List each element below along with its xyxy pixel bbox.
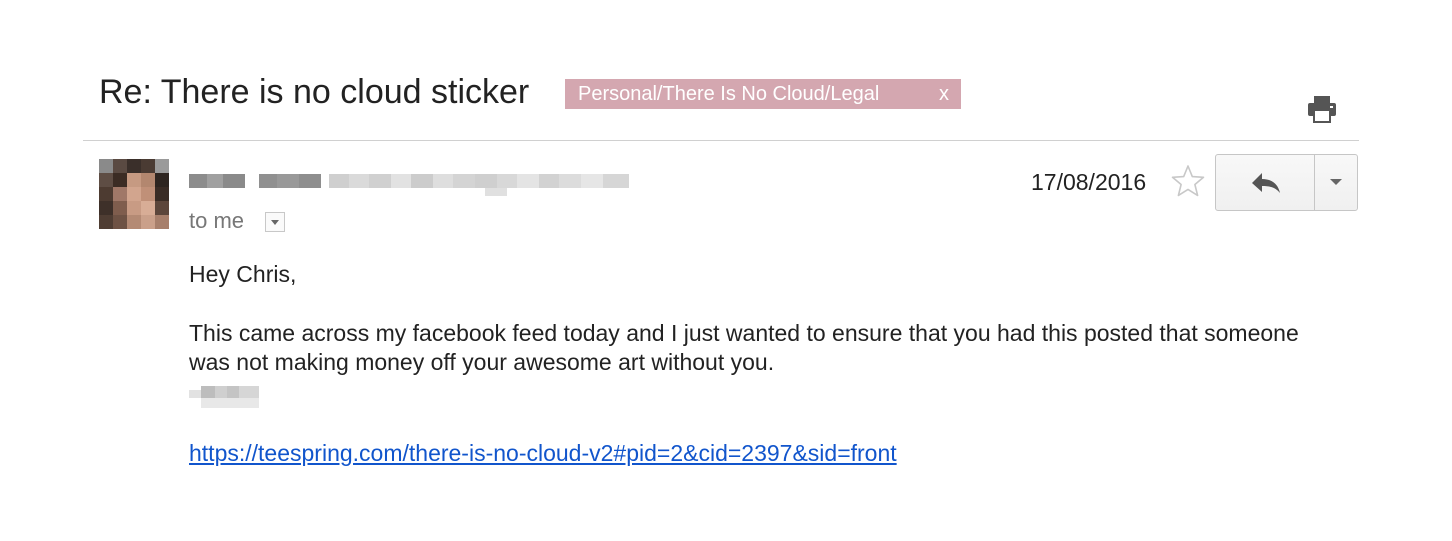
blurred-avatar bbox=[99, 159, 169, 229]
reply-button[interactable] bbox=[1216, 155, 1315, 210]
message-date: 17/08/2016 bbox=[1031, 169, 1147, 195]
reply-button-group bbox=[1215, 154, 1358, 211]
print-icon bbox=[1308, 96, 1336, 123]
recipient-summary: to me bbox=[189, 208, 245, 233]
more-actions-button[interactable] bbox=[1315, 155, 1357, 210]
sender-name[interactable] bbox=[189, 168, 634, 202]
email-subject: Re: There is no cloud sticker bbox=[99, 73, 530, 111]
label-chip-text: Personal/There Is No Cloud/Legal bbox=[578, 83, 880, 105]
reply-icon bbox=[1252, 173, 1280, 193]
header-divider bbox=[83, 140, 1359, 141]
message-paragraph: This came across my facebook feed today … bbox=[189, 320, 1299, 375]
message-greeting: Hey Chris, bbox=[189, 261, 297, 287]
blurred-sender-name bbox=[189, 174, 629, 196]
email-view: Re: There is no cloud sticker Personal/T… bbox=[0, 0, 1452, 541]
message-signature bbox=[189, 380, 261, 410]
star-button[interactable] bbox=[1170, 164, 1206, 198]
star-icon bbox=[1171, 165, 1205, 197]
blurred-signature bbox=[189, 386, 259, 408]
message-link[interactable]: https://teespring.com/there-is-no-cloud-… bbox=[189, 439, 897, 468]
show-details-button[interactable] bbox=[265, 212, 285, 232]
remove-label-button[interactable]: x bbox=[939, 79, 949, 109]
avatar[interactable] bbox=[99, 159, 169, 229]
label-chip[interactable]: Personal/There Is No Cloud/Legal x bbox=[565, 79, 961, 109]
print-button[interactable] bbox=[1305, 94, 1339, 124]
